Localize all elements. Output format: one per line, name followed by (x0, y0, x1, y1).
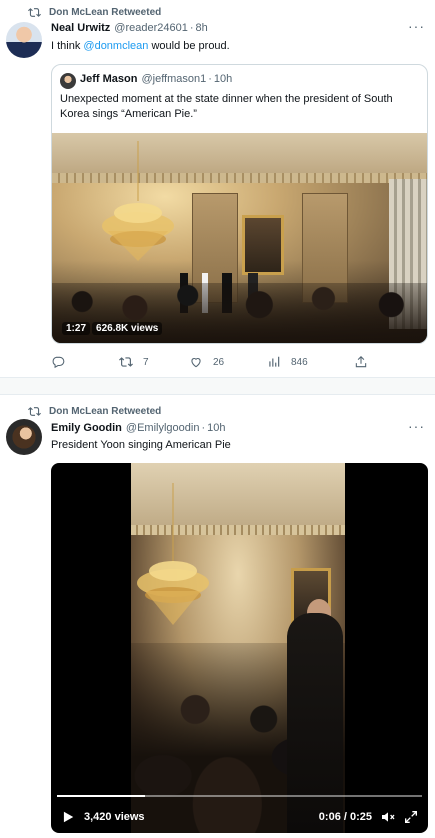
timestamp[interactable]: 10h (207, 422, 225, 434)
avatar (60, 73, 76, 89)
video-player[interactable]: 3,420 views 0:06 / 0:25 (51, 463, 428, 833)
tweet-separator (0, 378, 435, 395)
play-icon[interactable] (61, 810, 75, 824)
video-view-count: 626.8K views (92, 322, 163, 335)
video-progress-bar[interactable] (57, 795, 422, 797)
fullscreen-icon[interactable] (403, 809, 419, 825)
author-handle[interactable]: @reader24601 (114, 22, 188, 34)
quoted-tweet-text: Unexpected moment at the state dinner wh… (60, 93, 393, 120)
share-icon (355, 356, 367, 368)
retweet-button[interactable]: 7 (119, 355, 149, 369)
quoted-tweet-header: Jeff Mason @jeffmason1 · 10h (80, 73, 232, 85)
bar-chart-icon (269, 356, 280, 367)
retweet-context: Don McLean Retweeted (28, 405, 161, 418)
more-icon[interactable]: ··· (408, 18, 425, 34)
tweet-text-part: I think (51, 40, 84, 52)
video-scene (287, 613, 343, 833)
video-player[interactable]: 1:27 626.8K views (52, 133, 427, 343)
tweet[interactable]: Don McLean Retweeted Emily Goodin @Emily… (0, 395, 435, 838)
share-button[interactable] (354, 355, 378, 369)
retweet-icon (119, 357, 133, 367)
tweet-header: Neal Urwitz @reader24601 · 8h (51, 22, 208, 34)
chandelier-graphic (102, 141, 174, 261)
video-progress-fill (57, 795, 145, 797)
video-scene (242, 215, 284, 275)
chandelier-graphic (137, 483, 209, 625)
heart-icon (191, 358, 201, 368)
avatar[interactable] (6, 419, 42, 455)
mention-link[interactable]: @donmclean (83, 40, 148, 52)
retweeted-by-label: Don McLean Retweeted (49, 7, 162, 18)
separator-dot: · (189, 22, 194, 34)
more-icon[interactable]: ··· (408, 418, 425, 434)
view-count: 846 (291, 356, 308, 368)
reply-button[interactable] (51, 355, 75, 369)
author-name: Jeff Mason (80, 73, 138, 85)
reply-icon (52, 356, 65, 369)
video-frame (131, 463, 345, 833)
author-name[interactable]: Emily Goodin (51, 422, 122, 434)
tweet-actions: 7 26 846 (51, 354, 421, 370)
tweet-text: I think @donmclean would be proud. (51, 40, 230, 52)
video-timecode: 0:06 / 0:25 (318, 811, 372, 823)
separator-dot: · (201, 422, 206, 434)
video-view-count: 3,420 views (84, 811, 145, 823)
author-handle: @jeffmason1 (141, 73, 207, 85)
like-button[interactable]: 26 (189, 355, 224, 369)
retweet-count: 7 (143, 356, 149, 368)
author-handle[interactable]: @Emilylgoodin (126, 422, 200, 434)
tweet-text: President Yoon singing American Pie (51, 439, 231, 451)
like-count: 26 (213, 356, 225, 368)
timestamp: 10h (213, 73, 233, 85)
retweet-context: Don McLean Retweeted (28, 6, 161, 19)
retweet-icon (28, 407, 41, 416)
author-name[interactable]: Neal Urwitz (51, 22, 110, 34)
video-duration: 1:27 (62, 322, 91, 335)
retweet-icon (28, 8, 41, 17)
tweet-header: Emily Goodin @Emilylgoodin · 10h (51, 422, 225, 434)
avatar[interactable] (6, 22, 42, 58)
mute-icon[interactable] (380, 809, 396, 825)
views-button[interactable]: 846 (267, 355, 308, 369)
tweet[interactable]: Don McLean Retweeted Neal Urwitz @reader… (0, 0, 435, 378)
quoted-tweet[interactable]: Jeff Mason @jeffmason1 · 10h Unexpected … (51, 64, 428, 344)
separator-dot: · (208, 73, 212, 85)
tweet-text-part: would be proud. (148, 40, 230, 52)
retweeted-by-label: Don McLean Retweeted (49, 406, 162, 417)
timestamp[interactable]: 8h (196, 22, 208, 34)
video-meta: 1:27 626.8K views (62, 322, 164, 335)
